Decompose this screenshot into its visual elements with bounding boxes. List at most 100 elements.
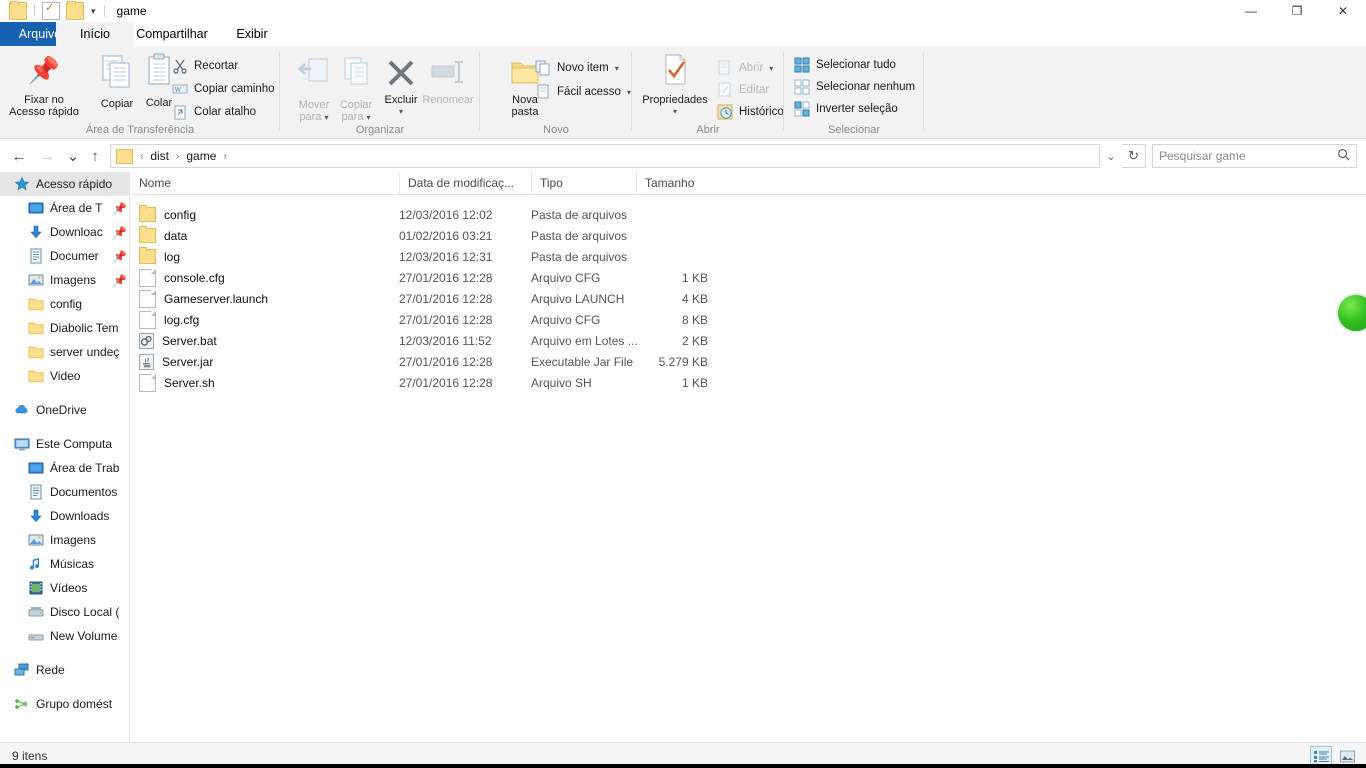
properties-button[interactable]: Propriedades ▾ — [636, 50, 714, 118]
forward-button[interactable]: → — [36, 145, 58, 167]
pin-icon: 📌 — [113, 226, 127, 239]
sidebar-label: Imagens — [50, 273, 97, 287]
sidebar-item-imagens-qa[interactable]: Imagens 📌 — [0, 268, 129, 292]
group-label-organize: Organizar — [355, 124, 405, 136]
back-button[interactable]: ← — [8, 145, 30, 167]
breadcrumb[interactable]: › dist › game › — [110, 144, 1100, 168]
cut-button[interactable]: Recortar — [172, 56, 238, 76]
table-row[interactable]: log.cfg 27/01/2016 12:28 Arquivo CFG 8 K… — [131, 309, 1366, 330]
table-row[interactable]: console.cfg 27/01/2016 12:28 Arquivo CFG… — [131, 267, 1366, 288]
sidebar-item-grupo-domestico[interactable]: Grupo domést — [0, 692, 129, 716]
paste-shortcut-button[interactable]: Colar atalho — [172, 102, 256, 122]
divider — [34, 5, 35, 17]
sidebar-item-new-volume[interactable]: New Volume — [0, 624, 129, 648]
file-date: 27/01/2016 12:28 — [399, 375, 493, 390]
sidebar-item-area-de-trabalho-qa[interactable]: Área de T 📌 — [0, 196, 129, 220]
column-header-data[interactable]: Data de modificaç... — [399, 172, 531, 194]
select-none-button[interactable]: Selecionar nenhum — [794, 77, 915, 97]
sidebar-item-imagens[interactable]: Imagens — [0, 528, 129, 552]
sidebar-item-onedrive[interactable]: OneDrive — [0, 398, 129, 422]
chevron-down-icon[interactable]: ▾ — [615, 64, 619, 73]
breadcrumb-item-game[interactable]: game — [184, 149, 218, 163]
properties-icon[interactable] — [42, 0, 60, 20]
minimize-button[interactable]: — — [1228, 0, 1274, 22]
pin-label-line2: Acesso rápido — [9, 106, 79, 118]
sidebar-item-documentos-qa[interactable]: Documer 📌 — [0, 244, 129, 268]
up-button[interactable]: ↑ — [84, 145, 106, 167]
sidebar-item-area-de-trabalho[interactable]: Área de Trab — [0, 456, 129, 480]
breadcrumb-sep: › — [140, 150, 144, 162]
edit-button[interactable]: Editar — [717, 80, 769, 100]
ribbon-group-clipboard: 📌 Fixar no Acesso rápido Copiar Colar Re… — [0, 46, 280, 139]
chevron-down-icon[interactable]: ▾ — [91, 6, 96, 17]
star-icon — [14, 176, 30, 192]
sidebar-item-downloads-qa[interactable]: Downloac 📌 — [0, 220, 129, 244]
sidebar-item-rede[interactable]: Rede — [0, 658, 129, 682]
pin-to-quick-access-button[interactable]: 📌 Fixar no Acesso rápido — [8, 50, 80, 118]
sidebar-item-videos[interactable]: Vídeos — [0, 576, 129, 600]
sidebar-item-config[interactable]: config — [0, 292, 129, 316]
chevron-down-icon[interactable]: ▾ — [769, 64, 773, 73]
table-row[interactable]: log 12/03/2016 12:31 Pasta de arquivos — [131, 246, 1366, 267]
search-input[interactable]: Pesquisar game — [1152, 144, 1357, 168]
sidebar-label: Disco Local ( — [50, 605, 120, 619]
new-folder-icon[interactable] — [66, 1, 84, 20]
new-item-button[interactable]: Novo item ▾ — [535, 58, 619, 78]
history-button[interactable]: Histórico — [717, 102, 784, 122]
sidebar-label: Documer — [50, 249, 99, 263]
column-header-tamanho[interactable]: Tamanho — [636, 172, 716, 194]
folder-icon — [139, 226, 156, 243]
folder-icon — [139, 205, 156, 222]
rename-button[interactable]: Renomear — [418, 50, 478, 106]
sidebar-item-musicas[interactable]: Músicas — [0, 552, 129, 576]
paste-label: Colar — [145, 97, 173, 109]
sidebar-label: Diabolic Tem — [50, 321, 119, 335]
navigation-pane[interactable]: Acesso rápido Área de T 📌 Downloac 📌 Doc… — [0, 172, 130, 742]
desktop-icon — [28, 200, 44, 216]
table-row[interactable]: Server.bat 12/03/2016 11:52 Arquivo em L… — [131, 330, 1366, 351]
breadcrumb-sep[interactable]: › — [218, 151, 231, 162]
table-row[interactable]: config 12/03/2016 12:02 Pasta de arquivo… — [131, 204, 1366, 225]
sidebar-item-server-undeg[interactable]: server undeç — [0, 340, 129, 364]
refresh-button[interactable]: ↻ — [1122, 144, 1146, 168]
sidebar-item-este-computador[interactable]: Este Computa — [0, 432, 129, 456]
select-none-icon — [794, 79, 810, 95]
chevron-down-icon[interactable]: ▾ — [636, 106, 714, 118]
table-row[interactable]: data 01/02/2016 03:21 Pasta de arquivos — [131, 225, 1366, 246]
sidebar-item-downloads[interactable]: Downloads — [0, 504, 129, 528]
invert-selection-button[interactable]: Inverter seleção — [794, 99, 898, 119]
sidebar-label: Downloads — [50, 509, 110, 523]
folder-icon[interactable] — [9, 1, 27, 20]
delete-label: Excluir — [384, 94, 418, 106]
sidebar-item-disco-local[interactable]: Disco Local ( — [0, 600, 129, 624]
sidebar-item-diabolic-tem[interactable]: Diabolic Tem — [0, 316, 129, 340]
open-button[interactable]: Abrir ▾ — [717, 58, 773, 78]
search-icon[interactable] — [1337, 148, 1350, 164]
sidebar-item-documentos[interactable]: Documentos — [0, 480, 129, 504]
maximize-button[interactable]: ❐ — [1274, 0, 1320, 22]
file-size — [636, 246, 708, 267]
easy-access-button[interactable]: Fácil acesso ▾ — [535, 82, 631, 102]
breadcrumb-item-dist[interactable]: dist — [148, 149, 171, 163]
invert-selection-icon — [794, 101, 810, 117]
folder-icon[interactable] — [116, 148, 133, 164]
video-icon — [28, 580, 44, 596]
sidebar-item-video[interactable]: Video — [0, 364, 129, 388]
sidebar-item-acesso-rapido[interactable]: Acesso rápido — [0, 172, 129, 196]
close-button[interactable]: ✕ — [1320, 0, 1366, 22]
address-dropdown-icon[interactable]: ⌄ — [1100, 144, 1122, 168]
file-name: Gameserver.launch — [164, 291, 269, 306]
table-row[interactable]: Server.sh 27/01/2016 12:28 Arquivo SH 1 … — [131, 372, 1366, 393]
chevron-down-icon[interactable]: ▾ — [370, 106, 432, 118]
copy-path-button[interactable]: W Copiar caminho — [172, 79, 275, 99]
column-header-nome[interactable]: Nome — [131, 172, 399, 194]
recent-locations-button[interactable]: ⌄ — [62, 145, 84, 167]
tab-exibir[interactable]: Exibir — [210, 22, 294, 46]
table-row[interactable]: Server.jar 27/01/2016 12:28 Executable J… — [131, 351, 1366, 372]
select-all-button[interactable]: Selecionar tudo — [794, 55, 896, 75]
table-row[interactable]: Gameserver.launch 27/01/2016 12:28 Arqui… — [131, 288, 1366, 309]
item-count: 9 itens — [12, 748, 48, 763]
edit-label: Editar — [739, 84, 770, 96]
file-list[interactable]: Nome Data de modificaç... Tipo Tamanho ⌃… — [131, 172, 1366, 742]
column-header-tipo[interactable]: Tipo — [531, 172, 636, 194]
